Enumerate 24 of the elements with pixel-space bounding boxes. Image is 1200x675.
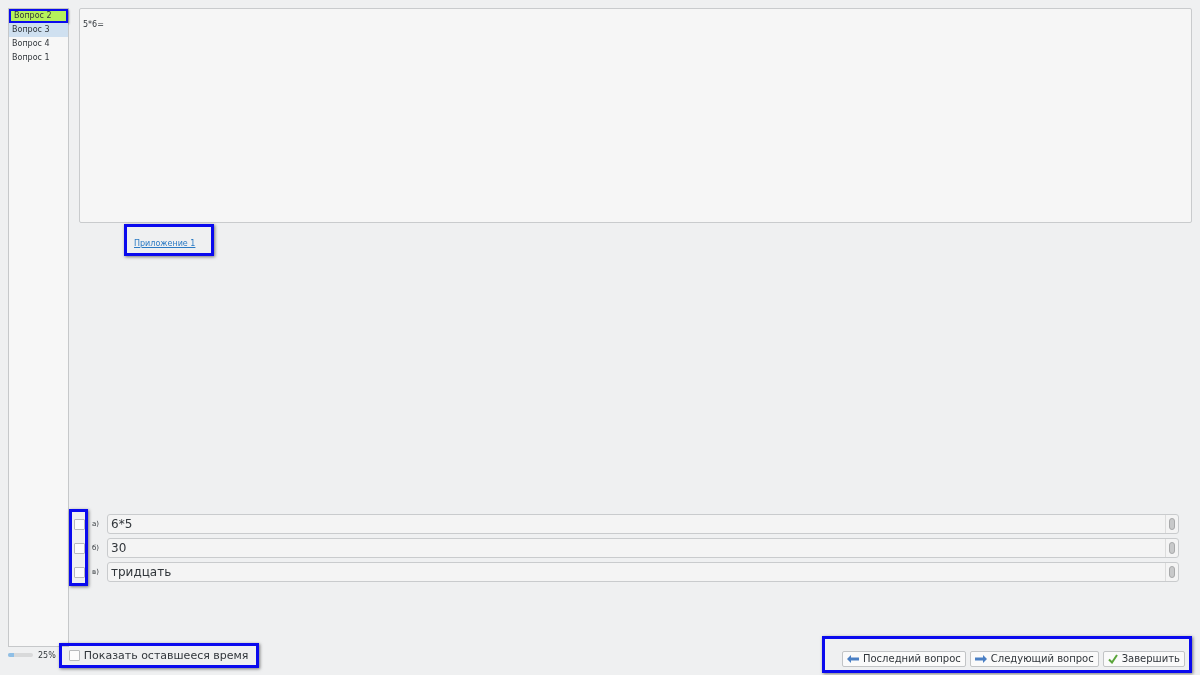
question-list-item[interactable]: Вопрос 2 <box>9 9 68 23</box>
back-button[interactable]: Последний вопрос <box>841 650 966 667</box>
drag-handle-icon[interactable] <box>1169 518 1175 530</box>
answer-field[interactable]: 30 <box>107 538 1179 558</box>
finish-button[interactable]: Завершить <box>1102 650 1185 667</box>
question-list-item[interactable]: Вопрос 4 <box>9 37 68 51</box>
drag-handle-icon[interactable] <box>1169 566 1175 578</box>
progress-reading: 25% <box>38 650 56 660</box>
right-arrow-icon <box>974 654 987 663</box>
attachment-link[interactable]: Приложение 1 <box>134 239 196 248</box>
answer-checkbox[interactable] <box>74 566 85 578</box>
drag-handle-icon[interactable] <box>1169 542 1175 554</box>
show-time-checkbox[interactable] <box>68 649 80 661</box>
answer-field[interactable]: 6*5 <box>107 514 1179 534</box>
answer-checkbox[interactable] <box>74 518 85 530</box>
question-text: 5*6= <box>83 20 104 29</box>
forward-button[interactable]: Следующий вопрос <box>969 650 1099 667</box>
question-list-item[interactable]: Вопрос 1 <box>9 51 68 65</box>
question-list-item[interactable]: Вопрос 3 <box>9 23 68 37</box>
show-time-label[interactable]: Показать оставшееся время <box>83 648 249 662</box>
left-arrow-icon <box>846 654 859 663</box>
answer-field[interactable]: тридцать <box>107 562 1179 582</box>
answer-checkbox[interactable] <box>74 542 85 554</box>
check-icon <box>1107 653 1118 664</box>
